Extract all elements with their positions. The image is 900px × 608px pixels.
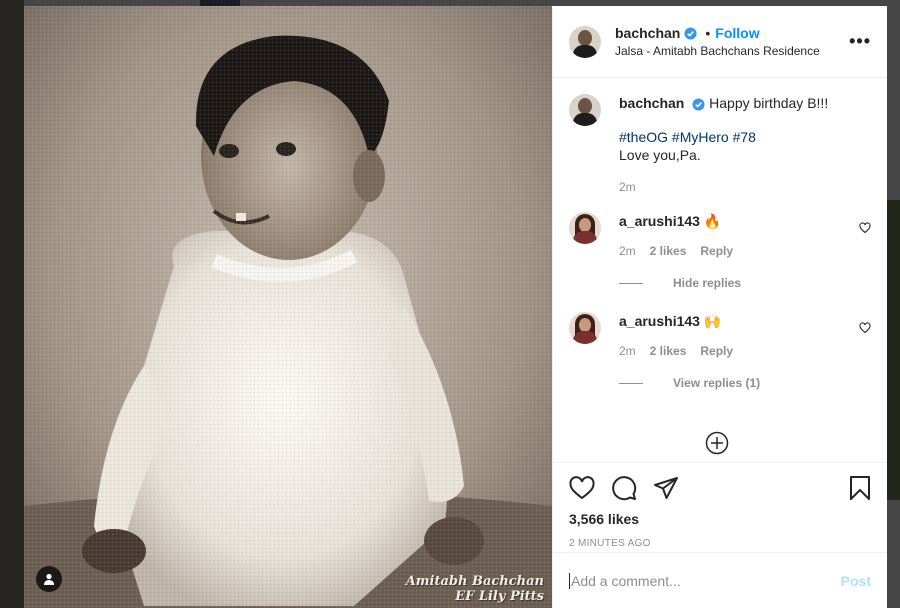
photo-watermark: Amitabh Bachchan EF Lily Pitts [406,574,544,604]
watermark-line1: Amitabh Bachchan [405,574,544,589]
post-sidebar: bachchan • Follow Jalsa - Amitabh Bachch… [552,6,887,608]
heart-icon[interactable] [859,222,871,234]
commenter-avatar[interactable] [569,312,601,344]
post-header: bachchan • Follow Jalsa - Amitabh Bachch… [553,6,887,78]
hide-replies-button[interactable]: Hide replies [619,276,871,290]
caption-line2: Love you,Pa. [619,147,701,163]
vintage-baby-photo [24,6,552,608]
comment-input[interactable] [571,572,841,589]
comment-icon [612,476,637,501]
comment-reply-button[interactable]: Reply [700,242,733,260]
header-separator: • [705,25,711,41]
comment-item: a_arushi143 🙌 2m 2 likes Reply [569,312,871,360]
paper-plane-icon [654,477,678,499]
comment-likes[interactable]: 2 likes [650,342,687,360]
tagged-users-button[interactable] [36,566,62,592]
post-photo[interactable]: Amitabh Bachchan EF Lily Pitts [24,6,552,608]
verified-badge-icon [684,26,697,40]
comment-username[interactable]: a_arushi143 [619,313,700,329]
watermark-line2: EF Lily Pitts [455,589,544,604]
heart-icon[interactable] [859,322,871,334]
author-avatar[interactable] [569,25,601,58]
author-username[interactable]: bachchan [615,25,680,41]
heart-icon [569,476,595,500]
comments-list[interactable]: bachchan Happy birthday B!!! #theOG #MyH… [553,78,887,462]
plus-circle-icon [705,431,729,455]
comment-button[interactable] [611,475,637,501]
comment-reply-button[interactable]: Reply [700,342,733,360]
comment-username[interactable]: a_arushi143 [619,213,700,229]
post-modal: Amitabh Bachchan EF Lily Pitts bachchan … [24,6,887,608]
post-actions: 3,566 likes 2 MINUTES AGO [553,462,887,552]
caption-username[interactable]: bachchan [619,95,684,111]
more-options-button[interactable]: ••• [849,31,871,52]
bookmark-icon [850,476,870,500]
caption-text: Happy birthday B!!! [709,95,829,111]
caption-avatar[interactable] [569,94,601,126]
share-button[interactable] [653,476,679,500]
post-location[interactable]: Jalsa - Amitabh Bachchans Residence [615,44,849,58]
comment-time[interactable]: 2m [619,342,636,360]
comment-form: Post [553,552,887,608]
load-more-comments-button[interactable] [705,431,729,460]
comment-time[interactable]: 2m [619,242,636,260]
comment-text: 🙌 [703,313,722,329]
follow-button[interactable]: Follow [715,25,759,41]
text-caret [569,572,570,589]
comment-likes[interactable]: 2 likes [650,242,687,260]
user-icon [44,573,54,585]
likes-count[interactable]: 3,566 likes [569,511,871,527]
post-comment-button[interactable]: Post [841,573,871,589]
post-timestamp[interactable]: 2 MINUTES AGO [569,538,871,549]
like-button[interactable] [569,476,595,500]
replies-toggle-label: View replies (1) [673,376,761,390]
caption-time[interactable]: 2m [619,178,636,196]
caption-hashtags[interactable]: #theOG #MyHero #78 [619,128,871,146]
view-replies-button[interactable]: View replies (1) [619,376,871,390]
commenter-avatar[interactable] [569,212,601,244]
replies-toggle-label: Hide replies [673,276,742,290]
comment-item: a_arushi143 🔥 2m 2 likes Reply [569,212,871,260]
verified-badge-icon [692,98,705,111]
save-button[interactable] [849,475,871,501]
comment-text: 🔥 [703,213,722,229]
caption: bachchan Happy birthday B!!! #theOG #MyH… [569,94,871,196]
